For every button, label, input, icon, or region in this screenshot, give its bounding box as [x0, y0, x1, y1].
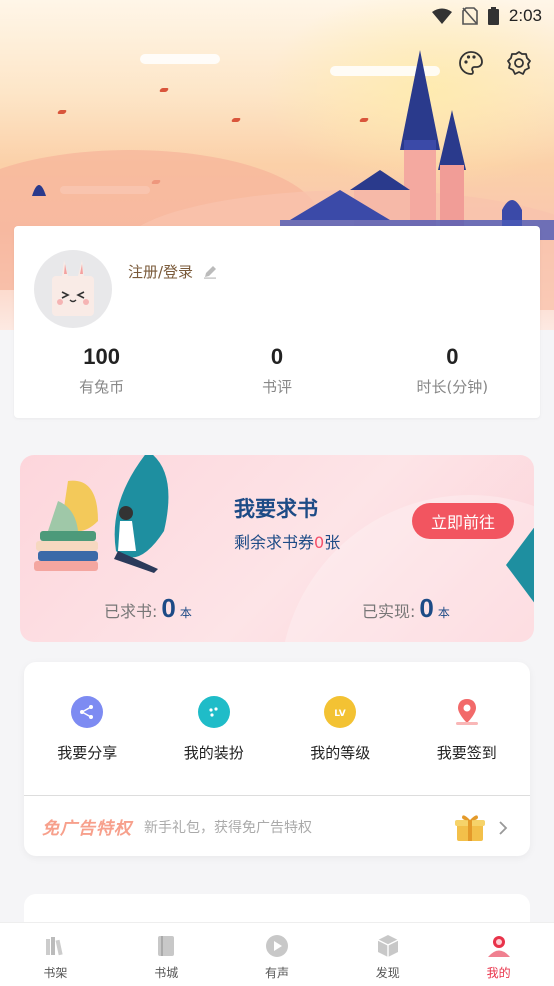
nav-me[interactable]: 我的 — [443, 923, 554, 986]
gear-icon — [507, 51, 531, 75]
nav-label: 书城 — [154, 966, 179, 980]
feature-label: 我的装扮 — [183, 744, 244, 762]
cube-icon — [375, 933, 401, 959]
book-icon — [153, 933, 179, 959]
requested-label: 已求书: — [104, 602, 158, 621]
nav-label: 有声 — [264, 966, 289, 980]
settings-button[interactable] — [504, 48, 534, 78]
coupon-prefix: 剩余求书券 — [234, 533, 315, 552]
header-actions — [456, 48, 534, 78]
fulfilled-value: 0 — [419, 593, 434, 623]
promo-badge: 免广告特权 — [42, 819, 132, 839]
feature-grid: 我要分享 我的装扮 LV 我的等级 我要签到 — [24, 696, 530, 763]
share-icon — [71, 696, 104, 728]
coupon-suffix: 张 — [324, 533, 341, 552]
palette-icon — [197, 696, 230, 728]
nav-label: 我的 — [486, 966, 511, 980]
feature-label: 我要分享 — [57, 744, 118, 762]
bird — [158, 88, 170, 92]
level-icon: LV — [324, 696, 357, 728]
tree-illustration — [32, 185, 46, 196]
request-title: 我要求书 — [234, 497, 318, 521]
requested-stat: 已求书: 0 本 — [104, 593, 192, 624]
bookshelf-icon — [42, 933, 68, 959]
ad-free-promo[interactable]: 免广告特权 新手礼包，获得免广告特权 — [42, 814, 312, 839]
stat-duration[interactable]: 0 时长(分钟) — [365, 344, 540, 397]
request-book-card[interactable]: 我要求书 剩余求书券0张 立即前往 已求书: 0 本 已实现: 0 本 — [20, 455, 534, 642]
status-time: 2:03 — [508, 6, 542, 25]
requested-unit: 本 — [179, 606, 192, 620]
cloud — [140, 54, 220, 64]
stat-label: 时长(分钟) — [416, 378, 489, 396]
request-subtitle: 剩余求书券0张 — [234, 529, 340, 553]
nav-discover[interactable]: 发现 — [332, 923, 443, 986]
profile-card: 注册/登录 100 有兔币 0 书评 0 时长(分钟) — [14, 226, 540, 418]
feature-checkin[interactable]: 我要签到 — [404, 696, 531, 763]
location-icon — [451, 696, 483, 728]
battery-icon — [487, 7, 499, 25]
reading-illustration — [34, 455, 169, 573]
go-now-button[interactable]: 立即前往 — [412, 503, 514, 539]
coupon-count: 0 — [314, 533, 325, 552]
stat-coins[interactable]: 100 有兔币 — [14, 344, 189, 397]
bird — [56, 110, 68, 114]
stat-value: 100 — [83, 344, 121, 369]
stat-value: 0 — [270, 344, 284, 369]
gift-icon — [455, 815, 485, 841]
stat-value: 0 — [446, 344, 459, 369]
stat-label: 有兔币 — [79, 378, 125, 396]
stat-reviews[interactable]: 0 书评 — [189, 344, 364, 397]
feature-dress-up[interactable]: 我的装扮 — [151, 696, 278, 763]
nav-bookstore[interactable]: 书城 — [111, 923, 222, 986]
divider — [24, 795, 530, 796]
feature-label: 我要签到 — [436, 744, 497, 762]
login-row[interactable]: 注册/登录 — [128, 261, 217, 282]
profile-stats: 100 有兔币 0 书评 0 时长(分钟) — [14, 344, 540, 397]
wifi-icon — [431, 8, 452, 24]
promo-text: 新手礼包，获得免广告特权 — [144, 819, 312, 836]
nav-bookshelf[interactable]: 书架 — [0, 923, 111, 986]
edit-icon[interactable] — [203, 265, 217, 279]
fulfilled-stat: 已实现: 0 本 — [362, 593, 450, 624]
stat-label: 书评 — [261, 378, 292, 396]
play-icon — [264, 933, 290, 959]
palette-icon — [459, 51, 483, 75]
bottom-nav: 书架 书城 有声 发现 我的 — [0, 922, 554, 986]
nav-audio[interactable]: 有声 — [222, 923, 333, 986]
nav-label: 书架 — [43, 966, 68, 980]
svg-text:LV: LV — [335, 709, 346, 719]
no-sim-icon — [462, 7, 478, 25]
requested-value: 0 — [161, 593, 176, 623]
feature-share[interactable]: 我要分享 — [24, 696, 151, 763]
chevron-right-icon[interactable] — [498, 820, 508, 836]
avatar[interactable] — [34, 250, 112, 328]
feature-label: 我的等级 — [310, 744, 371, 762]
user-icon — [486, 933, 512, 959]
fulfilled-unit: 本 — [437, 606, 450, 620]
status-bar: 2:03 — [0, 0, 554, 32]
bird — [230, 118, 242, 122]
rabbit-avatar-icon — [52, 260, 94, 316]
login-register-link[interactable]: 注册/登录 — [128, 261, 193, 282]
features-card: 我要分享 我的装扮 LV 我的等级 我要签到 免广告特权 新手礼包，获得免广告特… — [24, 662, 530, 856]
nav-label: 发现 — [375, 966, 400, 980]
feature-level[interactable]: LV 我的等级 — [277, 696, 404, 763]
theme-button[interactable] — [456, 48, 486, 78]
fulfilled-label: 已实现: — [362, 602, 416, 621]
